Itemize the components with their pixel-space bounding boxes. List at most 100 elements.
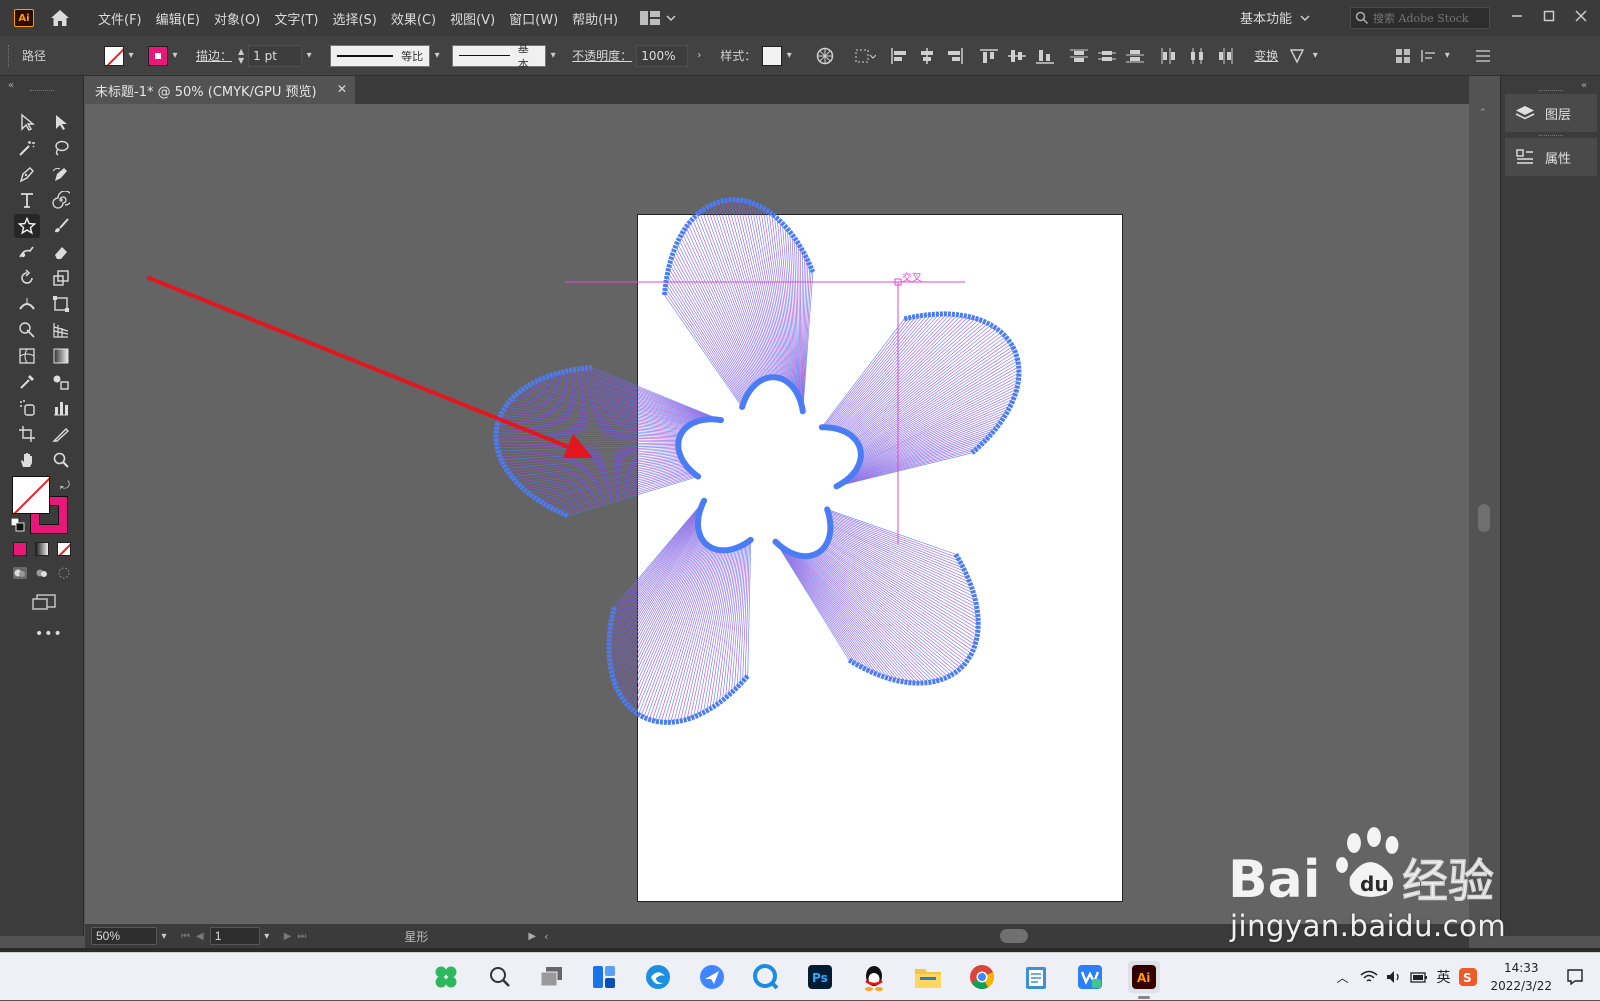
illustrator-taskbar-icon[interactable]: Ai [1128, 961, 1160, 993]
brush-dropdown-icon[interactable]: ▾ [546, 50, 560, 61]
pen-tool[interactable] [14, 162, 40, 186]
notification-icon[interactable] [1566, 968, 1584, 986]
profile-dropdown-icon[interactable]: ▾ [430, 50, 444, 61]
align-bottom-button[interactable] [1034, 45, 1056, 67]
rotate-tool[interactable] [14, 266, 40, 290]
align-left-button[interactable] [888, 45, 910, 67]
volume-icon[interactable] [1386, 970, 1402, 984]
eyedropper-tool[interactable] [14, 370, 40, 394]
maximize-button[interactable] [1536, 4, 1562, 28]
horizontal-scroll-thumb[interactable] [1000, 929, 1028, 943]
gradient-tool[interactable] [48, 344, 74, 368]
battery-icon[interactable] [1410, 970, 1428, 984]
file-explorer-icon[interactable] [912, 961, 944, 993]
expand-panels-icon[interactable]: « [1581, 80, 1587, 91]
draw-behind-icon[interactable] [34, 566, 50, 580]
hand-tool[interactable] [14, 448, 40, 472]
widgets-icon[interactable] [588, 961, 620, 993]
mesh-tool[interactable] [14, 344, 40, 368]
spiral-tool[interactable] [48, 188, 74, 212]
menu-type[interactable]: 文字(T) [274, 9, 318, 28]
zoom-tool[interactable] [48, 448, 74, 472]
show-hidden-icons[interactable]: ︿ [1336, 969, 1348, 986]
paintbrush-tool[interactable] [48, 214, 74, 238]
artboard-dropdown-icon[interactable]: ▾ [260, 931, 274, 942]
stock-search-input[interactable] [1373, 12, 1483, 25]
gradient-mode-button[interactable] [35, 542, 49, 556]
edit-toolbar-button[interactable]: ••• [35, 626, 63, 642]
artboard-tool[interactable] [14, 422, 40, 446]
wps-icon[interactable] [1074, 961, 1106, 993]
fill-dropdown-icon[interactable]: ▾ [124, 50, 138, 61]
isolate-button[interactable] [1286, 45, 1308, 67]
menu-file[interactable]: 文件(F) [98, 9, 142, 28]
canvas[interactable]: 交叉 [85, 104, 1469, 924]
graphic-style-swatch[interactable] [762, 46, 782, 66]
arrange-panels-button[interactable] [1392, 45, 1414, 67]
menu-view[interactable]: 视图(V) [450, 9, 495, 28]
photoshop-icon[interactable]: Ps [804, 961, 836, 993]
blend-tool[interactable] [48, 370, 74, 394]
direct-selection-tool[interactable] [48, 110, 74, 134]
chrome-icon[interactable] [966, 961, 998, 993]
opacity-label[interactable]: 不透明度： [572, 47, 632, 64]
start-icon[interactable] [430, 961, 462, 993]
artboard-number-input[interactable] [210, 927, 260, 945]
scale-tool[interactable] [48, 266, 74, 290]
menu-effect[interactable]: 效果(C) [391, 9, 436, 28]
type-tool[interactable] [14, 188, 40, 212]
selection-tool[interactable] [14, 110, 40, 134]
style-dropdown-icon[interactable]: ▾ [782, 50, 796, 61]
edge-browser-icon[interactable] [642, 961, 674, 993]
align-right-button[interactable] [944, 45, 966, 67]
fill-color-box[interactable] [12, 476, 50, 514]
minimize-button[interactable] [1504, 4, 1530, 28]
draw-normal-icon[interactable] [12, 566, 28, 580]
close-window-button[interactable] [1568, 4, 1594, 28]
isolate-dropdown-icon[interactable]: ▾ [1308, 50, 1322, 61]
lasso-tool[interactable] [48, 136, 74, 160]
star-tool[interactable] [14, 214, 40, 238]
stroke-weight-input[interactable] [248, 45, 302, 67]
align-middle-button[interactable] [1006, 45, 1028, 67]
swap-fill-stroke-icon[interactable]: ⤾ [60, 478, 70, 493]
current-tool-status[interactable]: 星形 [404, 928, 428, 945]
stroke-label[interactable]: 描边： [196, 47, 232, 64]
sogou-icon[interactable]: S [1458, 967, 1478, 987]
opacity-input[interactable] [636, 45, 688, 67]
screen-mode-icon[interactable] [32, 594, 56, 616]
free-transform-tool[interactable] [48, 292, 74, 316]
properties-panel-button[interactable]: 属性 [1505, 138, 1597, 176]
search-icon[interactable] [484, 961, 516, 993]
panel-grip[interactable] [8, 45, 12, 67]
zoom-dropdown-icon[interactable]: ▾ [157, 931, 171, 942]
artboard-nav-first-prev[interactable]: ⏮◀ [181, 931, 210, 942]
shape-builder-tool[interactable] [14, 318, 40, 342]
panel-options-dropdown-icon[interactable]: ▾ [1440, 50, 1454, 61]
draw-inside-icon[interactable] [56, 566, 72, 580]
collapse-panel-icon[interactable]: « [8, 80, 14, 91]
fill-swatch[interactable] [104, 46, 124, 66]
clock[interactable]: 14:33 2022/3/22 [1490, 959, 1552, 995]
stroke-weight-dropdown-icon[interactable]: ▾ [302, 50, 316, 61]
shaper-tool[interactable] [14, 240, 40, 264]
menu-object[interactable]: 对象(O) [214, 9, 260, 28]
brush-definition[interactable]: 基本 [452, 45, 546, 67]
column-graph-tool[interactable] [48, 396, 74, 420]
distribute-center-button[interactable] [1186, 45, 1208, 67]
zoom-level-input[interactable] [91, 927, 157, 945]
symbol-sprayer-tool[interactable] [14, 396, 40, 420]
artboard-nav-next-last[interactable]: ▶⏭ [284, 931, 313, 942]
scroll-left-icon[interactable]: ‹ [544, 930, 548, 943]
arrange-documents-button[interactable] [640, 11, 676, 25]
panel-menu-button[interactable] [1472, 45, 1494, 67]
star-flower-artwork[interactable] [496, 200, 1019, 723]
distribute-bottom-button[interactable] [1124, 45, 1146, 67]
task-view-icon[interactable] [536, 961, 568, 993]
stock-search[interactable] [1350, 7, 1490, 29]
distribute-top-button[interactable] [1068, 45, 1090, 67]
qq-browser-icon[interactable] [750, 961, 782, 993]
magic-wand-tool[interactable] [14, 136, 40, 160]
color-mode-button[interactable] [13, 542, 27, 556]
vertical-scroll-thumb[interactable] [1478, 504, 1490, 532]
